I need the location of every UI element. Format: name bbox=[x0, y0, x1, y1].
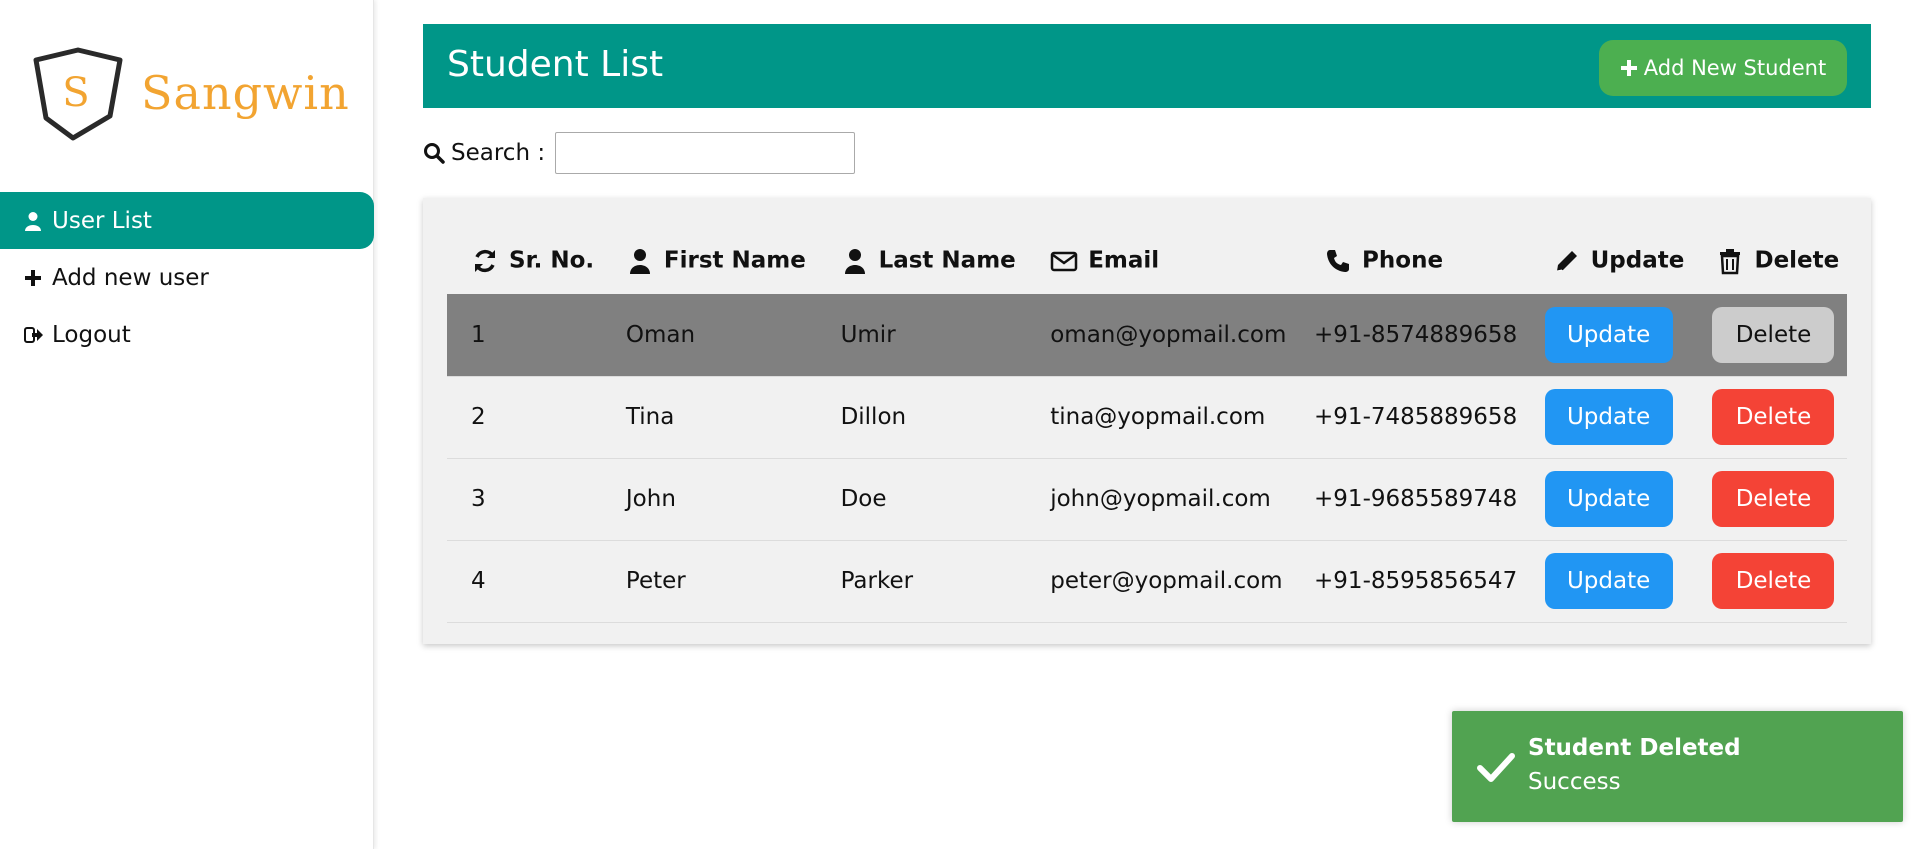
envelope-icon bbox=[1050, 247, 1078, 275]
column-label: Email bbox=[1088, 247, 1160, 274]
sidebar: S Sangwin User List Add new user Logout bbox=[0, 0, 374, 849]
toast-notification[interactable]: Student Deleted Success bbox=[1452, 711, 1903, 822]
column-header-phone[interactable]: Phone bbox=[1300, 228, 1529, 294]
cell-sr-no: 1 bbox=[447, 294, 602, 377]
cell-last-name: Umir bbox=[816, 294, 1027, 377]
sidebar-nav: User List Add new user Logout bbox=[0, 192, 374, 363]
phone-icon bbox=[1324, 247, 1352, 275]
pencil-icon bbox=[1553, 247, 1581, 275]
check-icon bbox=[1477, 753, 1515, 782]
sidebar-item-user-list[interactable]: User List bbox=[0, 192, 374, 249]
student-table-card: Sr. No. First Name Last Name Email Phone… bbox=[423, 198, 1871, 644]
user-icon bbox=[841, 247, 869, 275]
sidebar-item-logout[interactable]: Logout bbox=[0, 306, 374, 363]
cell-first-name: John bbox=[601, 458, 817, 541]
cell-update: Update bbox=[1528, 540, 1693, 623]
logo-name: Sangwin bbox=[141, 66, 350, 120]
logout-icon bbox=[24, 324, 46, 346]
delete-button[interactable]: Delete bbox=[1712, 306, 1835, 363]
cell-email: john@yopmail.com bbox=[1026, 458, 1301, 541]
column-label: Update bbox=[1590, 247, 1685, 274]
table-row[interactable]: 4 Peter Parker peter@yopmail.com +91-859… bbox=[447, 540, 1847, 623]
search-icon bbox=[424, 143, 445, 164]
toast-title: Student Deleted bbox=[1528, 735, 1741, 761]
column-label: Sr. No. bbox=[509, 247, 595, 274]
cell-delete: Delete bbox=[1692, 376, 1847, 459]
table-row[interactable]: 3 John Doe john@yopmail.com +91-96855897… bbox=[447, 458, 1847, 541]
sidebar-item-label: Logout bbox=[52, 321, 131, 348]
toast-message: Success bbox=[1528, 769, 1621, 795]
add-new-student-button[interactable]: Add New Student bbox=[1599, 40, 1847, 96]
update-button[interactable]: Update bbox=[1544, 471, 1673, 527]
search-bar: Search : bbox=[423, 132, 856, 174]
update-button[interactable]: Update bbox=[1544, 389, 1673, 445]
delete-button[interactable]: Delete bbox=[1712, 471, 1835, 527]
page-header: Student List Add New Student bbox=[423, 24, 1871, 108]
search-input[interactable] bbox=[555, 132, 856, 174]
cell-update: Update bbox=[1528, 376, 1693, 459]
cell-phone: +91-8595856547 bbox=[1300, 540, 1529, 623]
cell-update: Update bbox=[1528, 294, 1693, 377]
cell-update: Update bbox=[1528, 458, 1693, 541]
cell-first-name: Oman bbox=[601, 294, 817, 377]
cell-delete: Delete bbox=[1692, 540, 1847, 623]
search-label: Search : bbox=[451, 140, 546, 166]
user-icon bbox=[626, 247, 654, 275]
sidebar-item-label: User List bbox=[52, 207, 152, 234]
plus-icon bbox=[1620, 60, 1637, 76]
trash-icon bbox=[1716, 247, 1744, 275]
logo-letter: S bbox=[62, 70, 89, 116]
cell-sr-no: 3 bbox=[447, 458, 602, 541]
table-header-row: Sr. No. First Name Last Name Email Phone… bbox=[447, 228, 1847, 294]
column-label: First Name bbox=[663, 247, 806, 274]
plus-icon bbox=[24, 267, 46, 289]
table-row[interactable]: 1 Oman Umir oman@yopmail.com +91-8574889… bbox=[447, 294, 1847, 377]
column-label: Delete bbox=[1754, 247, 1840, 274]
page-title: Student List bbox=[447, 44, 664, 85]
cell-phone: +91-7485889658 bbox=[1300, 376, 1529, 459]
column-label: Phone bbox=[1362, 247, 1444, 274]
delete-button[interactable]: Delete bbox=[1712, 389, 1835, 445]
table-row[interactable]: 2 Tina Dillon tina@yopmail.com +91-74858… bbox=[447, 376, 1847, 459]
cell-sr-no: 2 bbox=[447, 376, 602, 459]
cell-last-name: Doe bbox=[816, 458, 1027, 541]
update-button[interactable]: Update bbox=[1544, 306, 1673, 363]
cell-sr-no: 4 bbox=[447, 540, 602, 623]
student-table: Sr. No. First Name Last Name Email Phone… bbox=[447, 228, 1847, 623]
column-header-first-name[interactable]: First Name bbox=[602, 228, 817, 294]
cell-email: tina@yopmail.com bbox=[1026, 376, 1301, 459]
column-header-delete[interactable]: Delete bbox=[1692, 228, 1847, 294]
delete-button[interactable]: Delete bbox=[1712, 553, 1835, 609]
column-header-update[interactable]: Update bbox=[1529, 228, 1693, 294]
update-button[interactable]: Update bbox=[1544, 553, 1673, 609]
column-header-email[interactable]: Email bbox=[1026, 228, 1300, 294]
column-label: Last Name bbox=[878, 247, 1016, 274]
sidebar-item-add-new-user[interactable]: Add new user bbox=[0, 249, 374, 306]
shield-logo-icon: S bbox=[33, 47, 123, 141]
cell-first-name: Peter bbox=[601, 540, 817, 623]
cell-delete: Delete bbox=[1692, 294, 1847, 377]
cell-phone: +91-9685589748 bbox=[1300, 458, 1529, 541]
column-header-last-name[interactable]: Last Name bbox=[817, 228, 1027, 294]
cell-email: oman@yopmail.com bbox=[1026, 294, 1301, 377]
sidebar-item-label: Add new user bbox=[52, 264, 209, 291]
cell-last-name: Dillon bbox=[816, 376, 1027, 459]
logo: S Sangwin bbox=[28, 46, 349, 146]
refresh-icon bbox=[471, 247, 499, 275]
cell-email: peter@yopmail.com bbox=[1026, 540, 1301, 623]
add-new-student-label: Add New Student bbox=[1643, 56, 1827, 80]
cell-last-name: Parker bbox=[816, 540, 1027, 623]
user-icon bbox=[24, 210, 46, 232]
cell-delete: Delete bbox=[1692, 458, 1847, 541]
cell-first-name: Tina bbox=[601, 376, 817, 459]
cell-phone: +91-8574889658 bbox=[1300, 294, 1529, 377]
column-header-sr-no[interactable]: Sr. No. bbox=[447, 228, 602, 294]
